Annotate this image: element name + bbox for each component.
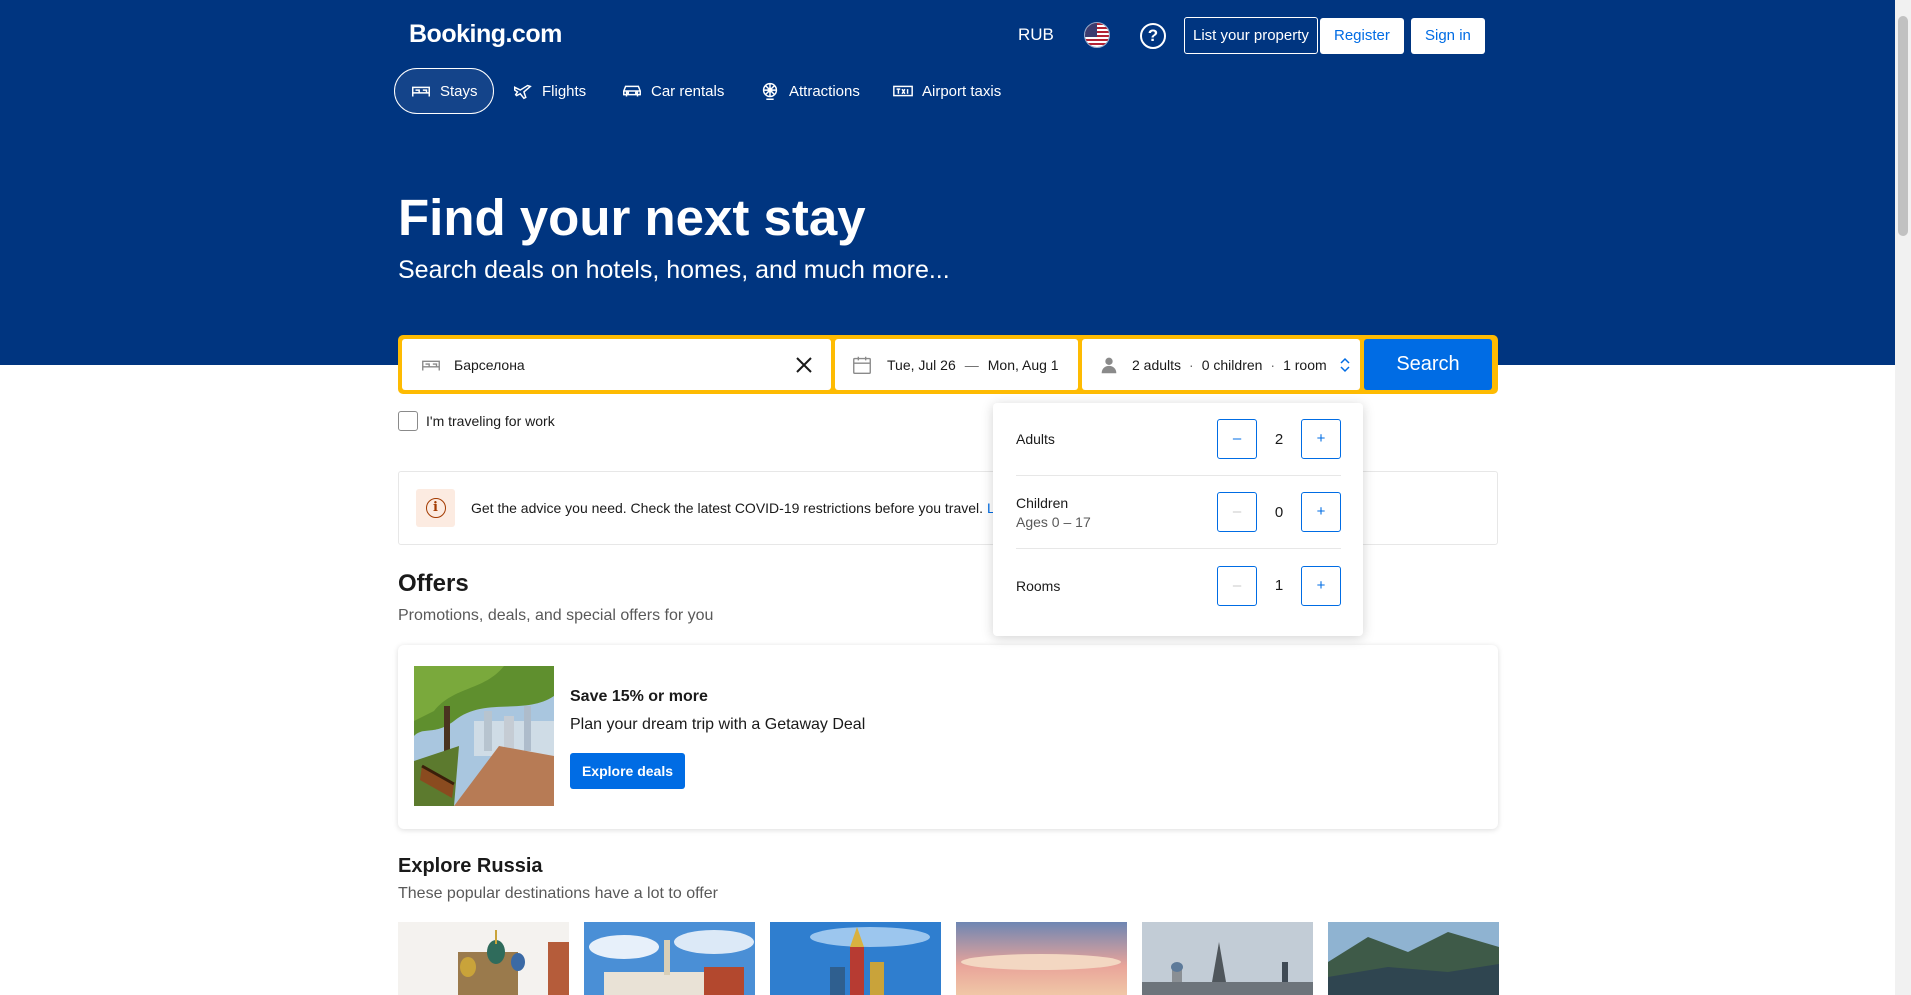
- offer-description: Plan your dream trip with a Getaway Deal: [570, 716, 866, 733]
- destination-card[interactable]: [398, 922, 569, 995]
- explore-deals-button[interactable]: Explore deals: [570, 753, 685, 789]
- taxi-icon: [893, 85, 913, 97]
- offer-title: Save 15% or more: [570, 688, 708, 705]
- guests-field[interactable]: 2 adults · 0 children · 1 room: [1082, 339, 1360, 390]
- us-flag-icon[interactable]: [1084, 22, 1110, 48]
- nav-label: Attractions: [789, 82, 860, 100]
- offer-card[interactable]: Save 15% or more Plan your dream trip wi…: [398, 645, 1498, 829]
- adults-stepper: – 2 +: [1217, 419, 1341, 459]
- offers-title: Offers: [398, 570, 469, 597]
- explore-subtitle: These popular destinations have a lot to…: [398, 885, 718, 902]
- search-bar: Барселона Tue, Jul 26 — Mon, Aug 1 2 adu…: [398, 335, 1498, 394]
- help-icon[interactable]: ?: [1140, 23, 1166, 49]
- rooms-row: Rooms – 1 +: [1016, 549, 1341, 622]
- notice-message: Get the advice you need. Check the lates…: [471, 500, 984, 516]
- adults-summary: 2 adults: [1132, 356, 1182, 373]
- destination-input[interactable]: Барселона: [454, 357, 795, 373]
- work-travel-checkbox[interactable]: [398, 411, 418, 431]
- search-button[interactable]: Search: [1364, 339, 1492, 390]
- nav-car-rentals[interactable]: Car rentals: [606, 68, 739, 114]
- nav-label: Airport taxis: [922, 82, 1002, 100]
- adults-row: Adults – 2 +: [1016, 403, 1341, 476]
- plane-icon: [514, 84, 532, 100]
- children-row: Children Ages 0 – 17 – 0 +: [1016, 476, 1341, 549]
- currency-selector[interactable]: RUB: [1018, 25, 1054, 45]
- nav-label: Flights: [542, 82, 587, 100]
- children-summary: 0 children: [1201, 356, 1263, 373]
- destination-card[interactable]: [770, 922, 941, 995]
- rooms-increment-button[interactable]: +: [1301, 565, 1341, 606]
- destination-field[interactable]: Барселона: [402, 339, 831, 390]
- adults-label: Adults: [1016, 431, 1055, 447]
- rooms-label: Rooms: [1016, 577, 1061, 594]
- bed-icon: [412, 86, 430, 97]
- offers-subtitle: Promotions, deals, and special offers fo…: [398, 607, 714, 624]
- clear-icon[interactable]: [795, 356, 813, 374]
- nav-attractions[interactable]: Attractions: [744, 68, 875, 114]
- offer-image: [414, 666, 554, 806]
- booking-logo[interactable]: Booking.com: [409, 20, 562, 49]
- checkin-date[interactable]: Tue, Jul 26: [887, 357, 956, 373]
- children-age-hint: Ages 0 – 17: [1016, 513, 1091, 530]
- nav-airport-taxis[interactable]: Airport taxis: [877, 68, 1016, 114]
- hero-subtitle: Search deals on hotels, homes, and much …: [398, 256, 950, 284]
- nav-label: Stays: [440, 82, 478, 100]
- destination-card[interactable]: [1142, 922, 1313, 995]
- destination-card[interactable]: [584, 922, 755, 995]
- destination-card[interactable]: [956, 922, 1127, 995]
- header-banner: [0, 0, 1895, 365]
- notice-text: Get the advice you need. Check the lates…: [471, 500, 995, 516]
- guest-separator: ·: [1189, 356, 1194, 373]
- list-property-button[interactable]: List your property: [1184, 17, 1318, 54]
- guest-separator: ·: [1270, 356, 1276, 373]
- children-decrement-button[interactable]: –: [1217, 492, 1257, 532]
- car-icon: [623, 85, 641, 97]
- destination-card[interactable]: [1328, 922, 1499, 995]
- nav-stays[interactable]: Stays: [394, 68, 494, 114]
- nav-label: Car rentals: [651, 82, 725, 100]
- adults-increment-button[interactable]: +: [1301, 419, 1341, 459]
- rooms-stepper: – 1 +: [1217, 565, 1341, 606]
- adults-value: 2: [1274, 430, 1284, 448]
- page-scrollbar[interactable]: [1895, 0, 1911, 995]
- children-label: Children: [1016, 494, 1069, 511]
- bed-icon: [420, 354, 442, 376]
- attractions-icon: [762, 82, 778, 100]
- children-stepper: – 0 +: [1217, 492, 1341, 532]
- work-travel-label[interactable]: I'm traveling for work: [426, 413, 555, 429]
- hero-title: Find your next stay: [398, 189, 866, 246]
- explore-title: Explore Russia: [398, 855, 543, 877]
- person-icon: [1098, 354, 1120, 376]
- date-separator: —: [964, 356, 979, 373]
- guests-dropdown: Adults – 2 + Children Ages 0 – 17 – 0 + …: [993, 403, 1363, 636]
- rooms-summary: 1 room: [1283, 356, 1327, 373]
- nav-flights[interactable]: Flights: [497, 68, 601, 114]
- rooms-value: 1: [1274, 577, 1284, 594]
- chevron-updown-icon: [1339, 357, 1351, 373]
- children-increment-button[interactable]: +: [1301, 492, 1341, 532]
- sign-in-button[interactable]: Sign in: [1411, 18, 1485, 54]
- date-picker-field[interactable]: Tue, Jul 26 — Mon, Aug 1: [835, 339, 1078, 390]
- calendar-icon: [851, 354, 873, 376]
- rooms-decrement-button[interactable]: –: [1217, 565, 1257, 606]
- register-button[interactable]: Register: [1320, 18, 1404, 54]
- checkout-date[interactable]: Mon, Aug 1: [988, 357, 1059, 373]
- info-icon: i: [416, 489, 455, 527]
- adults-decrement-button[interactable]: –: [1217, 419, 1257, 459]
- children-value: 0: [1274, 503, 1284, 521]
- scrollbar-thumb[interactable]: [1898, 16, 1908, 236]
